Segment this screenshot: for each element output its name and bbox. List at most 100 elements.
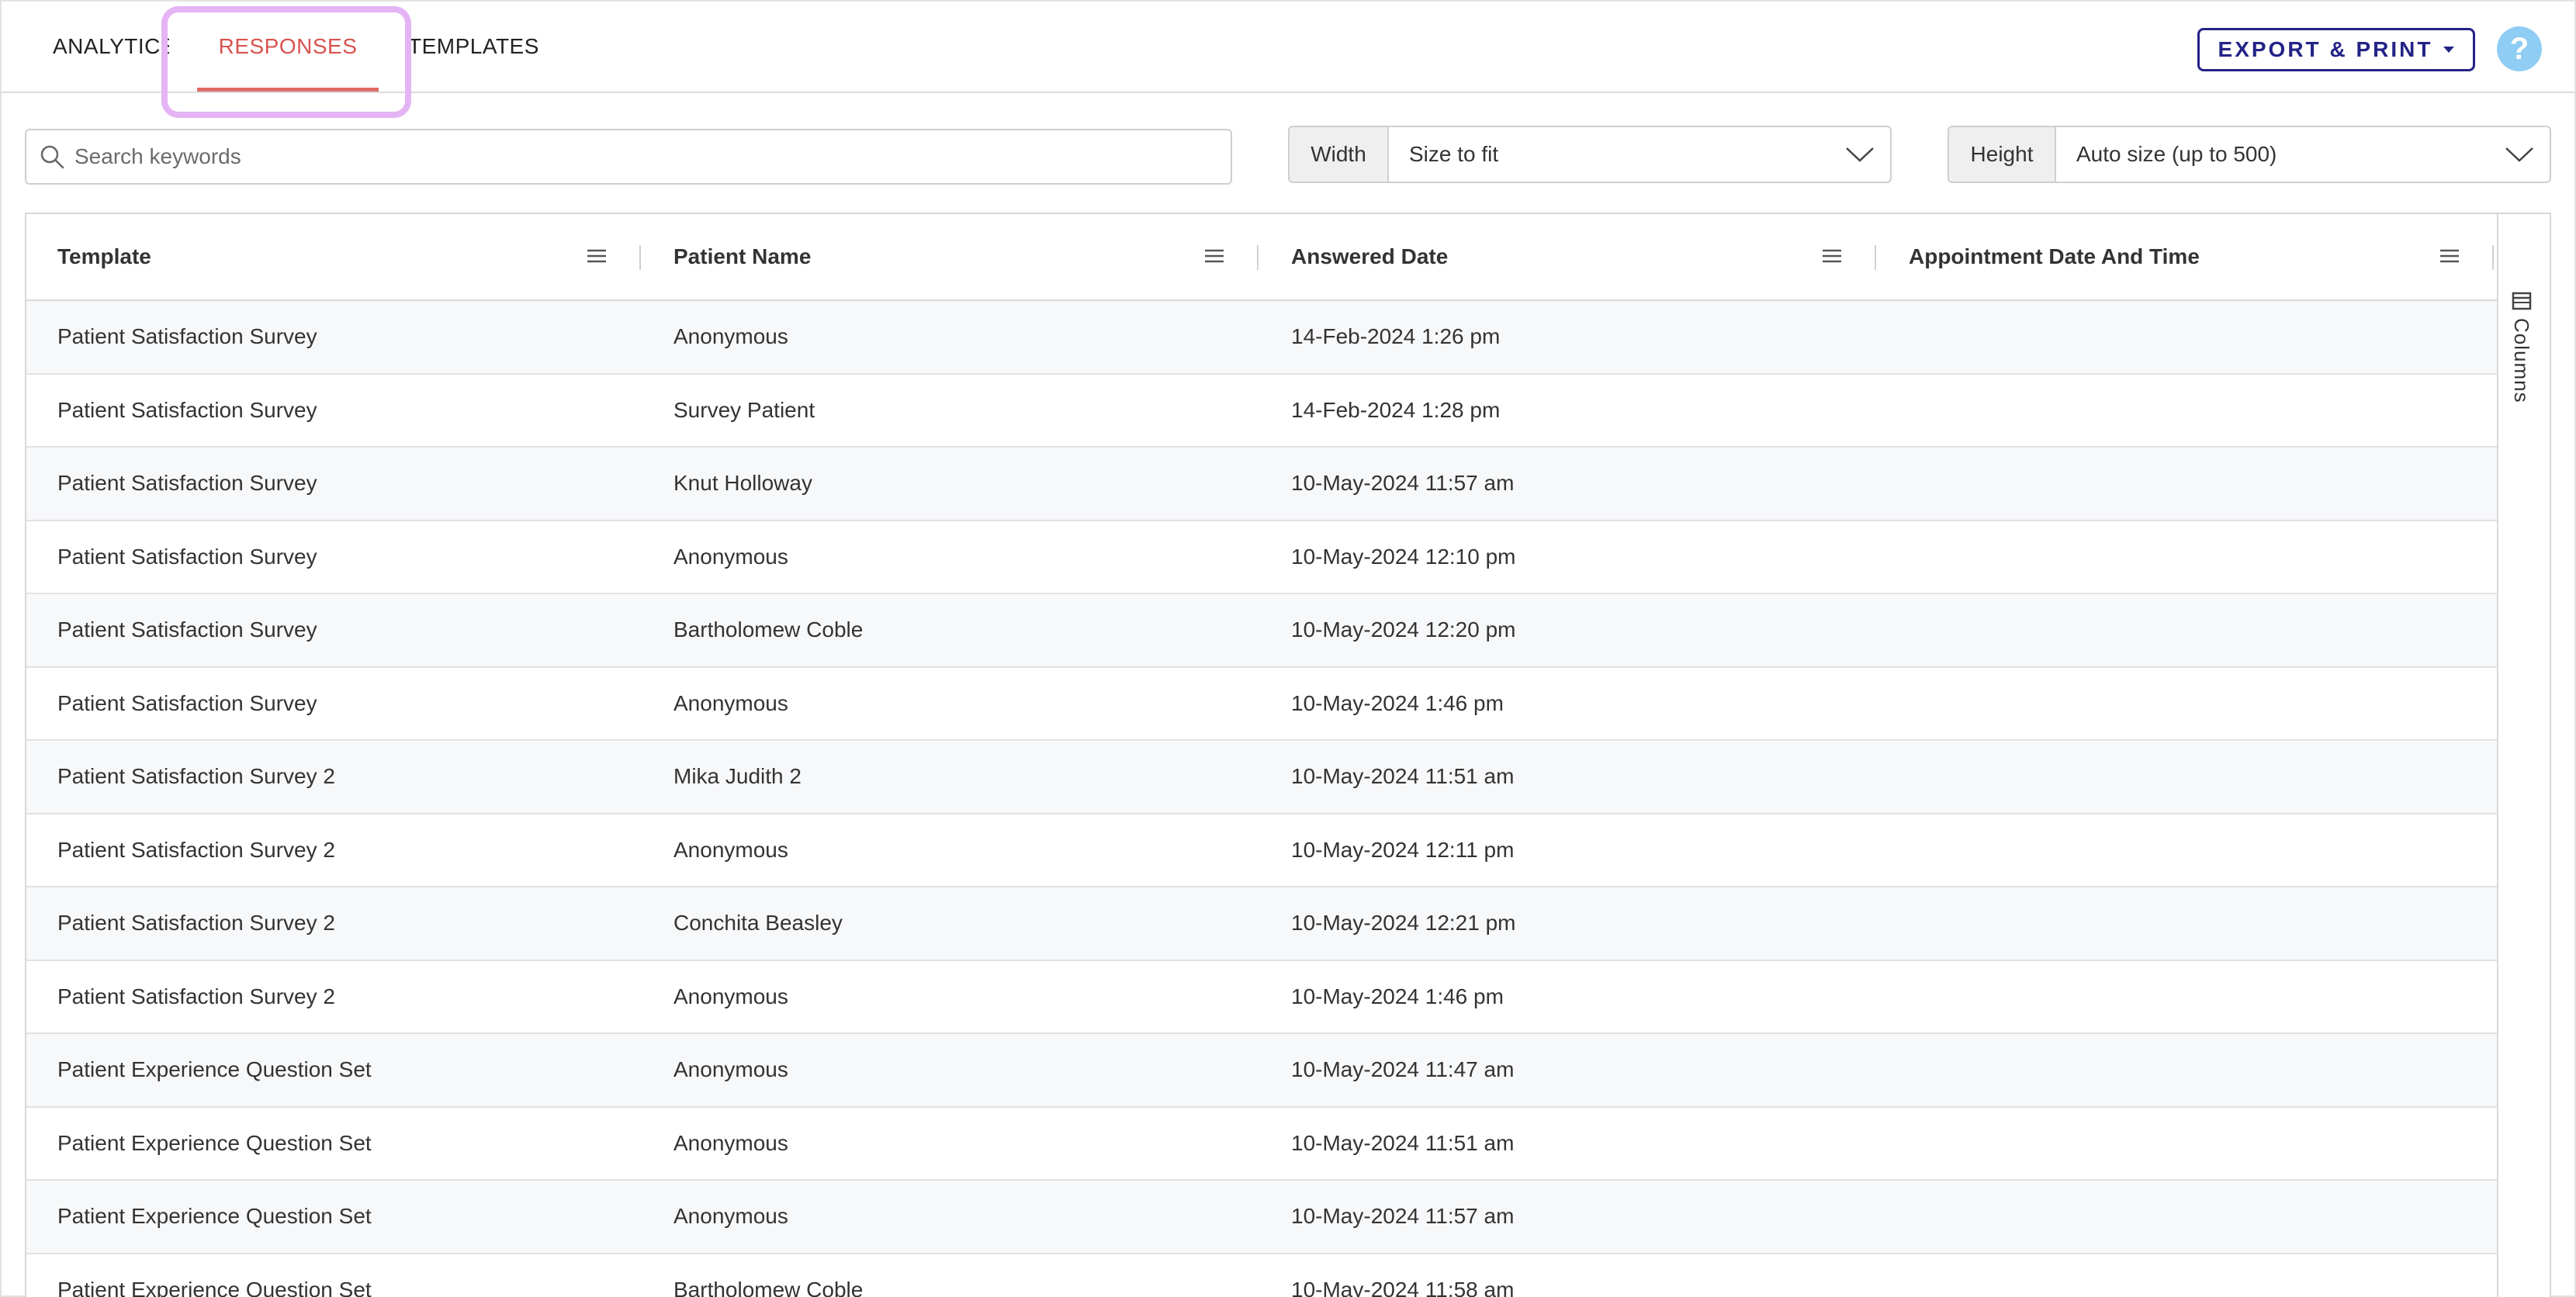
table-row[interactable]: Patient Satisfaction Survey Survey Patie… bbox=[26, 374, 2497, 448]
responses-grid: Template Patient Name Answered Date Appo… bbox=[25, 213, 2551, 1297]
cell-patient-name: Bartholomew Coble bbox=[673, 617, 864, 642]
table-row[interactable]: Patient Satisfaction Survey 2 Mika Judit… bbox=[26, 741, 2497, 815]
cell-answered-date: 10-May-2024 11:57 am bbox=[1291, 471, 1515, 496]
table-row[interactable]: Patient Experience Question Set Bartholo… bbox=[26, 1254, 2497, 1297]
column-resize-handle[interactable] bbox=[639, 245, 641, 270]
cell-patient-name: Anonymous bbox=[673, 690, 788, 715]
search-box bbox=[25, 129, 1232, 185]
columns-icon bbox=[2512, 292, 2531, 310]
grid-side-panel: Columns bbox=[2497, 214, 2550, 1297]
cell-answered-date: 10-May-2024 12:20 pm bbox=[1291, 617, 1516, 642]
cell-template: Patient Satisfaction Survey bbox=[57, 471, 317, 496]
column-header-template[interactable]: Template bbox=[57, 214, 151, 299]
cell-patient-name: Bartholomew Coble bbox=[673, 1277, 864, 1297]
column-header-label: Template bbox=[57, 244, 151, 268]
cell-patient-name: Anonymous bbox=[673, 1057, 788, 1082]
cell-template: Patient Satisfaction Survey bbox=[57, 617, 317, 642]
menu-icon[interactable] bbox=[587, 247, 607, 265]
cell-patient-name: Anonymous bbox=[673, 984, 788, 1008]
table-row[interactable]: Patient Experience Question Set Anonymou… bbox=[26, 1034, 2497, 1108]
cell-answered-date: 10-May-2024 11:51 am bbox=[1291, 764, 1515, 789]
cell-template: Patient Satisfaction Survey bbox=[57, 397, 317, 422]
cell-template: Patient Experience Question Set bbox=[57, 1204, 372, 1229]
width-control: Width Size to fit bbox=[1288, 126, 1892, 183]
cell-patient-name: Knut Holloway bbox=[673, 471, 812, 496]
tab-analytics[interactable]: ANALYTICS bbox=[53, 2, 169, 92]
cell-patient-name: Anonymous bbox=[673, 837, 788, 862]
columns-tool-label: Columns bbox=[2510, 318, 2533, 403]
column-header-label: Appointment Date And Time bbox=[1909, 244, 2200, 268]
cell-answered-date: 14-Feb-2024 1:28 pm bbox=[1291, 397, 1501, 422]
height-label: Height bbox=[1949, 127, 2056, 182]
width-select[interactable]: Size to fit bbox=[1389, 127, 1890, 182]
width-select-value: Size to fit bbox=[1409, 142, 1499, 166]
tab-templates[interactable]: TEMPLATES bbox=[408, 2, 538, 92]
cell-answered-date: 10-May-2024 11:57 am bbox=[1291, 1204, 1515, 1229]
table-row[interactable]: Patient Satisfaction Survey Anonymous 10… bbox=[26, 667, 2497, 741]
cell-patient-name: Survey Patient bbox=[673, 397, 815, 422]
help-icon[interactable]: ? bbox=[2497, 26, 2542, 71]
table-row[interactable]: Patient Satisfaction Survey 2 Anonymous … bbox=[26, 960, 2497, 1034]
columns-tool-tab[interactable]: Columns bbox=[2509, 292, 2533, 403]
chevron-down-icon bbox=[2505, 147, 2533, 162]
cell-answered-date: 10-May-2024 12:10 pm bbox=[1291, 544, 1516, 569]
height-select[interactable]: Auto size (up to 500) bbox=[2056, 127, 2550, 182]
top-tab-bar: ANALYTICS RESPONSES TEMPLATES EXPORT & P… bbox=[2, 2, 2574, 93]
survey-responses-page: ANALYTICS RESPONSES TEMPLATES EXPORT & P… bbox=[0, 0, 2576, 1297]
tab-analytics-label: ANALYTICS bbox=[53, 34, 169, 58]
cell-template: Patient Satisfaction Survey bbox=[57, 544, 317, 569]
cell-patient-name: Conchita Beasley bbox=[673, 911, 843, 936]
help-label: ? bbox=[2509, 31, 2529, 66]
search-icon bbox=[40, 145, 64, 169]
cell-template: Patient Experience Question Set bbox=[57, 1057, 372, 1082]
cell-answered-date: 10-May-2024 11:47 am bbox=[1291, 1057, 1515, 1082]
table-row[interactable]: Patient Experience Question Set Anonymou… bbox=[26, 1107, 2497, 1181]
cell-template: Patient Satisfaction Survey 2 bbox=[57, 764, 335, 789]
menu-icon[interactable] bbox=[1822, 247, 1842, 265]
column-resize-handle[interactable] bbox=[1875, 245, 1876, 270]
caret-down-icon bbox=[2443, 47, 2455, 53]
column-header-appointment-date[interactable]: Appointment Date And Time bbox=[1909, 214, 2200, 299]
chevron-down-icon bbox=[1846, 147, 1874, 162]
cell-template: Patient Satisfaction Survey 2 bbox=[57, 837, 335, 862]
cell-answered-date: 10-May-2024 12:11 pm bbox=[1291, 837, 1515, 862]
column-header-label: Patient Name bbox=[673, 244, 812, 268]
table-row[interactable]: Patient Experience Question Set Anonymou… bbox=[26, 1181, 2497, 1254]
width-label: Width bbox=[1290, 127, 1389, 182]
menu-icon[interactable] bbox=[2439, 247, 2460, 265]
cell-template: Patient Satisfaction Survey 2 bbox=[57, 911, 335, 936]
cell-patient-name: Anonymous bbox=[673, 544, 788, 569]
search-input[interactable] bbox=[74, 144, 1161, 169]
cell-patient-name: Anonymous bbox=[673, 1204, 788, 1229]
table-row[interactable]: Patient Satisfaction Survey Bartholomew … bbox=[26, 594, 2497, 668]
tab-responses-label: RESPONSES bbox=[218, 34, 358, 58]
cell-template: Patient Satisfaction Survey 2 bbox=[57, 984, 335, 1008]
active-tab-underline bbox=[197, 88, 379, 92]
column-resize-handle[interactable] bbox=[2492, 245, 2494, 270]
export-print-label: EXPORT & PRINT bbox=[2218, 37, 2433, 61]
height-control: Height Auto size (up to 500) bbox=[1948, 126, 2551, 183]
grid-body: Patient Satisfaction Survey Anonymous 14… bbox=[26, 301, 2497, 1297]
table-row[interactable]: Patient Satisfaction Survey Anonymous 10… bbox=[26, 521, 2497, 594]
column-header-answered-date[interactable]: Answered Date bbox=[1291, 214, 1448, 299]
cell-answered-date: 10-May-2024 11:51 am bbox=[1291, 1130, 1515, 1155]
cell-answered-date: 10-May-2024 11:58 am bbox=[1291, 1277, 1515, 1297]
cell-answered-date: 14-Feb-2024 1:26 pm bbox=[1291, 324, 1501, 349]
column-resize-handle[interactable] bbox=[1257, 245, 1259, 270]
cell-patient-name: Anonymous bbox=[673, 324, 788, 349]
column-header-label: Answered Date bbox=[1291, 244, 1449, 268]
menu-icon[interactable] bbox=[1204, 247, 1224, 265]
table-row[interactable]: Patient Satisfaction Survey Knut Hollowa… bbox=[26, 448, 2497, 521]
cell-answered-date: 10-May-2024 1:46 pm bbox=[1291, 984, 1504, 1008]
table-row[interactable]: Patient Satisfaction Survey 2 Conchita B… bbox=[26, 887, 2497, 961]
column-header-patient-name[interactable]: Patient Name bbox=[673, 214, 811, 299]
tab-responses[interactable]: RESPONSES bbox=[197, 2, 379, 92]
cell-patient-name: Mika Judith 2 bbox=[673, 764, 802, 789]
cell-template: Patient Experience Question Set bbox=[57, 1277, 372, 1297]
table-row[interactable]: Patient Satisfaction Survey 2 Anonymous … bbox=[26, 814, 2497, 887]
height-select-value: Auto size (up to 500) bbox=[2076, 142, 2277, 166]
export-print-button[interactable]: EXPORT & PRINT bbox=[2197, 28, 2475, 71]
cell-template: Patient Satisfaction Survey bbox=[57, 324, 317, 349]
table-row[interactable]: Patient Satisfaction Survey Anonymous 14… bbox=[26, 301, 2497, 375]
cell-template: Patient Experience Question Set bbox=[57, 1130, 372, 1155]
